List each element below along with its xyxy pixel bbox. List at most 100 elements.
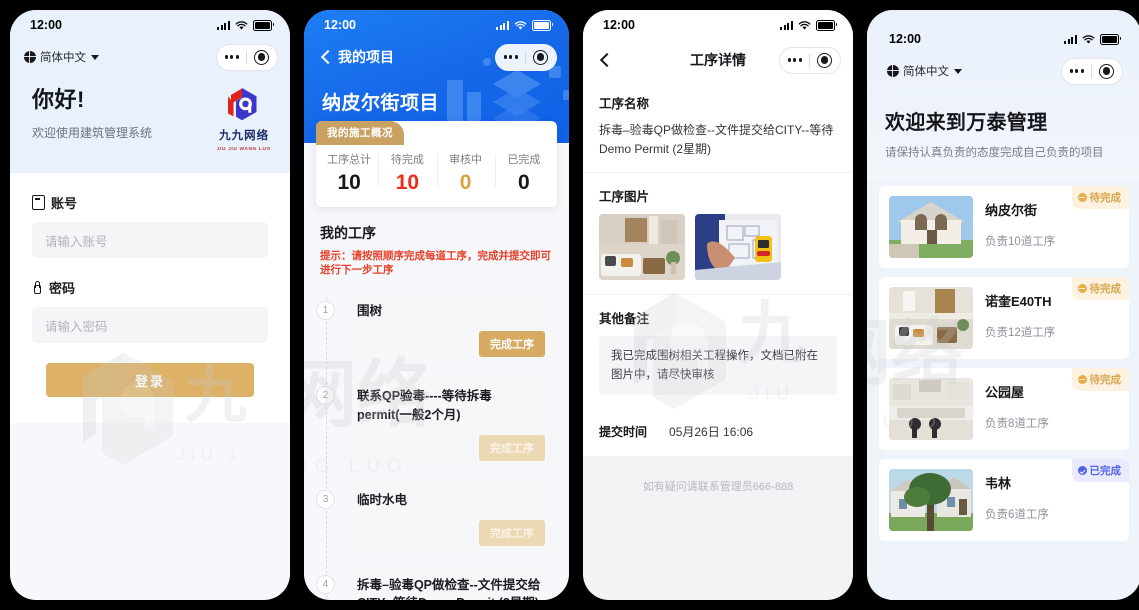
brand-logo: 九九网络 JIU JIU WANG LUO: [217, 82, 271, 151]
project-step-count: 负责6道工序: [985, 509, 1049, 521]
project-step-count: 负责10道工序: [985, 236, 1056, 248]
list-item[interactable]: 2 联系QP验毒----等待拆毒permit(一般2个月) 完成工序: [316, 376, 557, 470]
step-note-block: 其他备注 我已完成围树相关工程操作，文档已附在图片中，请尽快审核: [583, 294, 853, 409]
stat-value: 0: [459, 171, 472, 194]
capsule-divider: [809, 53, 810, 67]
account-label-text: 账号: [51, 196, 78, 211]
status-icons: [780, 19, 838, 31]
globe-icon: [887, 65, 899, 77]
open-living-kitchen-photo: [889, 287, 973, 349]
signal-bars-icon: [1064, 34, 1077, 44]
miniprogram-capsule[interactable]: [215, 43, 278, 71]
step-name: 拆毒–验毒QP做检查--文件提交给CITY--等待Demo Permit (2星…: [357, 577, 541, 600]
status-bar: 12:00: [583, 10, 853, 40]
complete-step-button[interactable]: 完成工序: [479, 331, 545, 358]
target-circle-icon[interactable]: [1099, 63, 1114, 79]
globe-icon: [24, 51, 36, 63]
more-dots-icon[interactable]: [503, 55, 518, 59]
townhouse-tree-photo: [889, 469, 973, 531]
status-bar: 12:00: [10, 10, 290, 40]
target-circle-icon[interactable]: [817, 52, 832, 68]
status-icons: [217, 19, 275, 31]
project-step-count: 负责12道工序: [985, 327, 1056, 339]
language-selector[interactable]: 简体中文: [887, 63, 962, 79]
login-form-card: 账号 请输入账号 密码 请输入密码 登录: [10, 173, 290, 423]
status-badge: 待完成: [1071, 368, 1129, 391]
wifi-icon: [235, 20, 248, 30]
list-item[interactable]: 诺奎E40TH 负责12道工序 待完成: [879, 277, 1129, 359]
status-time: 12:00: [30, 18, 62, 32]
account-field-label: 账号: [32, 193, 268, 212]
detail-nav-bar: 工序详情: [583, 40, 853, 80]
list-item[interactable]: 4 拆毒–验毒QP做检查--文件提交给CITY--等待Demo Permit (…: [316, 564, 557, 600]
step-number: 3: [316, 489, 335, 509]
language-label: 简体中文: [40, 52, 86, 64]
password-input[interactable]: 请输入密码: [32, 307, 268, 343]
page-subtitle: 请保持认真负责的态度完成自己负责的项目: [885, 147, 1104, 159]
detail-top: 12:00 工序详情: [583, 10, 853, 80]
phone-login-screen: 12:00 简体中文 你好! 欢迎使用建筑管理系统 九九网络 JIU JIU W…: [10, 10, 290, 600]
list-item[interactable]: 韦林 负责6道工序 已完成: [879, 459, 1129, 541]
target-circle-icon[interactable]: [533, 49, 548, 65]
step-action-row: 完成工序: [357, 434, 545, 461]
battery-icon: [532, 19, 554, 31]
nav-back-label[interactable]: 我的项目: [338, 47, 394, 67]
list-item[interactable]: 1 围树 完成工序: [316, 291, 557, 367]
signal-bars-icon: [217, 20, 230, 30]
list-item[interactable]: 3 临时水电 完成工序: [316, 479, 557, 555]
modern-kitchen-photo: [889, 378, 973, 440]
miniprogram-capsule[interactable]: [778, 46, 841, 74]
chevron-left-icon[interactable]: [597, 52, 613, 68]
home-nav-bar: 简体中文: [885, 54, 1123, 88]
wifi-icon: [514, 20, 527, 30]
screenshot-stage: 12:00 简体中文 你好! 欢迎使用建筑管理系统 九九网络 JIU JIU W…: [0, 0, 1139, 610]
miniprogram-capsule[interactable]: [1060, 57, 1123, 85]
status-icons: [496, 19, 554, 31]
white-villa-photo: [889, 196, 973, 258]
step-action-row: 完成工序: [357, 331, 545, 358]
list-item[interactable]: 纳皮尔街 负责10道工序 待完成: [879, 186, 1129, 268]
project-step-count: 负责8道工序: [985, 418, 1049, 430]
id-card-icon: [32, 195, 45, 210]
battery-icon: [816, 19, 838, 31]
password-label-text: 密码: [49, 281, 76, 296]
submit-time-value: 05月26日 16:06: [669, 424, 754, 439]
account-input[interactable]: 请输入账号: [32, 222, 268, 258]
phone-project-screen: 12:00 我的项目 纳皮尔街项目 我的施工概况 工序总计 10 待完成 10 …: [304, 10, 569, 600]
page-title: 欢迎来到万泰管理: [885, 112, 1048, 134]
check-circle-icon: [1077, 466, 1087, 475]
list-item[interactable]: 公园屋 负责8道工序 待完成: [879, 368, 1129, 450]
complete-step-button: 完成工序: [479, 519, 545, 546]
language-label: 简体中文: [903, 66, 949, 78]
more-dots-icon[interactable]: [224, 55, 239, 59]
stat-value: 10: [337, 171, 361, 194]
language-selector[interactable]: 简体中文: [24, 49, 99, 65]
blueprint-measuring-photo[interactable]: [695, 214, 781, 281]
capsule-divider: [525, 50, 526, 64]
step-note-value: 我已完成围树相关工程操作，文档已附在图片中，请尽快审核: [599, 336, 837, 395]
submit-time-label: 提交时间: [599, 424, 648, 439]
more-dots-icon[interactable]: [787, 58, 802, 62]
step-note-label: 其他备注: [599, 312, 650, 327]
step-name-block: 工序名称 拆毒–验毒QP做检查--文件提交给CITY--等待Demo Permi…: [583, 80, 853, 173]
wifi-icon: [798, 20, 811, 30]
pending-dot-icon: [1077, 375, 1087, 384]
more-dots-icon[interactable]: [1069, 69, 1084, 73]
step-action-row: 完成工序: [357, 519, 545, 546]
status-time: 12:00: [889, 32, 921, 46]
pending-dot-icon: [1077, 284, 1087, 293]
login-button[interactable]: 登录: [46, 363, 254, 397]
miniprogram-capsule[interactable]: [494, 43, 557, 71]
battery-icon: [1100, 33, 1122, 45]
chevron-left-icon[interactable]: [318, 49, 334, 65]
home-header: 12:00 简体中文 欢迎来到万泰管理 请保持认真负责的态度完成自己负责的项目: [867, 10, 1139, 180]
step-name: 围树: [357, 304, 383, 319]
target-circle-icon[interactable]: [254, 49, 269, 65]
project-nav-bar: 我的项目: [304, 40, 569, 74]
signal-bars-icon: [496, 20, 509, 30]
stat-label: 审核中: [449, 154, 483, 166]
status-badge: 待完成: [1071, 277, 1129, 300]
step-body: 联系QP验毒----等待拆毒permit(一般2个月) 完成工序: [345, 376, 557, 470]
living-room-photo[interactable]: [599, 214, 685, 281]
pending-dot-icon: [1077, 193, 1087, 202]
